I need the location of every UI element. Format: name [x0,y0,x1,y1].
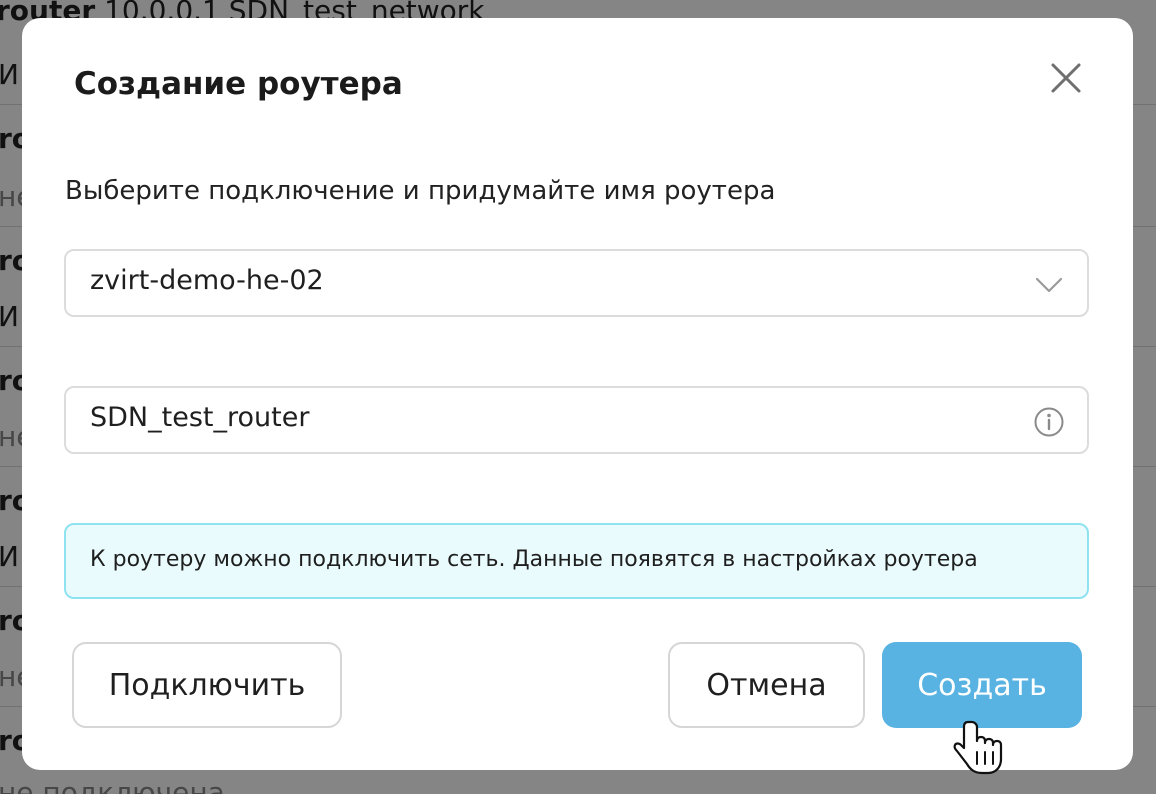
connection-select-value: zvirt-demo-he-02 [90,265,324,296]
dialog-subtitle: Выберите подключение и придумайте имя ро… [65,176,776,206]
router-name-value: SDN_test_router [90,402,310,433]
create-button[interactable]: Создать [882,642,1082,728]
info-message: К роутеру можно подключить сеть. Данные … [64,523,1089,599]
cancel-button[interactable]: Отмена [668,642,865,728]
create-router-dialog: Создание роутера Выберите подключение и … [22,18,1133,770]
router-name-input[interactable]: SDN_test_router [64,386,1089,454]
close-icon [1051,63,1081,93]
close-button[interactable] [1044,56,1088,100]
info-message-text: К роутеру можно подключить сеть. Данные … [90,547,978,572]
connect-button[interactable]: Подключить [72,642,342,728]
dialog-title: Создание роутера [74,66,403,102]
hand-pointer-icon [953,720,1003,775]
connection-select[interactable]: zvirt-demo-he-02 [64,249,1089,317]
chevron-down-icon [1035,277,1063,293]
info-icon[interactable] [1032,405,1066,439]
